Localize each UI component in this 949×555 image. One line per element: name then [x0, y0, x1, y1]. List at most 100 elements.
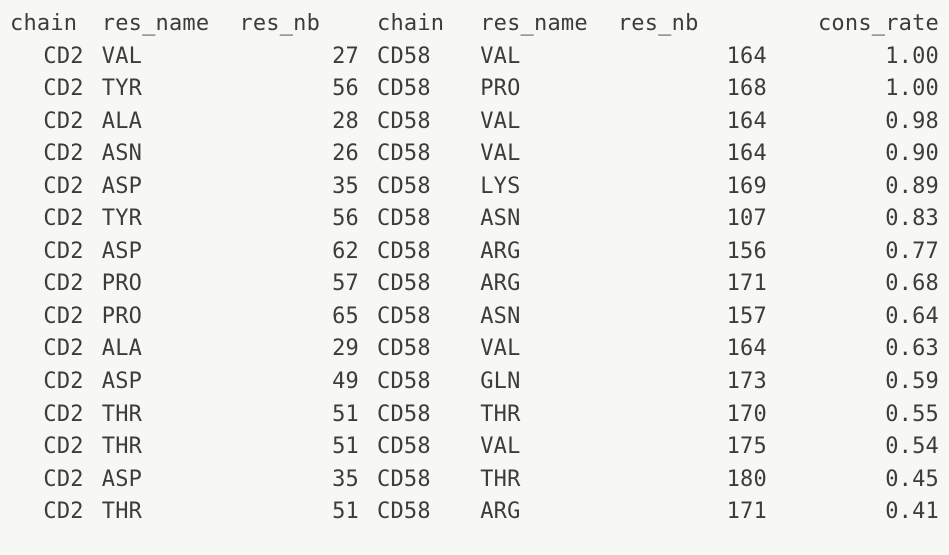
cell-res-name2: THR: [480, 464, 618, 497]
cell-res-nb1: 56: [239, 203, 377, 236]
cell-chain1: CD2: [10, 138, 102, 171]
cell-res-nb1: 49: [239, 366, 377, 399]
cell-chain2: CD58: [377, 399, 480, 432]
cell-chain2: CD58: [377, 138, 480, 171]
cell-res-nb2: 164: [618, 333, 767, 366]
cell-res-nb2: 164: [618, 138, 767, 171]
cell-chain1: CD2: [10, 431, 102, 464]
cell-res-name1: PRO: [102, 301, 240, 334]
cell-res-nb1: 62: [239, 236, 377, 269]
cell-res-nb2: 164: [618, 41, 767, 74]
cell-cons-rate: 1.00: [767, 41, 939, 74]
cell-chain1: CD2: [10, 106, 102, 139]
cell-res-nb2: 180: [618, 464, 767, 497]
cell-res-name1: ASN: [102, 138, 240, 171]
cell-cons-rate: 0.90: [767, 138, 939, 171]
cell-res-nb2: 157: [618, 301, 767, 334]
header-cons-rate: cons_rate: [767, 8, 939, 41]
cell-res-nb2: 171: [618, 496, 767, 529]
table-row: CD2ASP35CD58LYS1690.89: [10, 171, 939, 204]
header-chain1: chain: [10, 8, 102, 41]
cell-chain1: CD2: [10, 41, 102, 74]
cell-res-nb1: 26: [239, 138, 377, 171]
cell-res-nb1: 28: [239, 106, 377, 139]
residue-contact-table: chain res_name res_nb chain res_name res…: [10, 8, 939, 529]
cell-res-name2: VAL: [480, 431, 618, 464]
cell-res-name2: ARG: [480, 496, 618, 529]
header-res-name2: res_name: [480, 8, 618, 41]
cell-res-name1: VAL: [102, 41, 240, 74]
cell-res-name2: PRO: [480, 73, 618, 106]
table-row: CD2ASP49CD58GLN1730.59: [10, 366, 939, 399]
cell-res-nb2: 107: [618, 203, 767, 236]
cell-res-nb2: 173: [618, 366, 767, 399]
cell-cons-rate: 0.45: [767, 464, 939, 497]
cell-cons-rate: 0.89: [767, 171, 939, 204]
cell-res-nb1: 35: [239, 171, 377, 204]
cell-res-name1: ASP: [102, 171, 240, 204]
cell-res-name1: ASP: [102, 366, 240, 399]
cell-cons-rate: 0.54: [767, 431, 939, 464]
cell-chain2: CD58: [377, 73, 480, 106]
cell-cons-rate: 0.68: [767, 268, 939, 301]
cell-chain2: CD58: [377, 41, 480, 74]
table-row: CD2TYR56CD58PRO1681.00: [10, 73, 939, 106]
cell-res-name2: GLN: [480, 366, 618, 399]
cell-chain1: CD2: [10, 333, 102, 366]
cell-chain2: CD58: [377, 203, 480, 236]
table-row: CD2ASN26CD58VAL1640.90: [10, 138, 939, 171]
cell-res-name1: TYR: [102, 203, 240, 236]
cell-res-name1: THR: [102, 399, 240, 432]
cell-cons-rate: 0.59: [767, 366, 939, 399]
cell-cons-rate: 0.83: [767, 203, 939, 236]
cell-chain2: CD58: [377, 268, 480, 301]
cell-res-name1: ASP: [102, 464, 240, 497]
cell-res-nb2: 175: [618, 431, 767, 464]
cell-res-name1: ALA: [102, 333, 240, 366]
cell-cons-rate: 0.64: [767, 301, 939, 334]
header-chain2: chain: [377, 8, 480, 41]
table-row: CD2PRO65CD58ASN1570.64: [10, 301, 939, 334]
cell-chain2: CD58: [377, 236, 480, 269]
table-row: CD2THR51CD58ARG1710.41: [10, 496, 939, 529]
table-row: CD2PRO57CD58ARG1710.68: [10, 268, 939, 301]
cell-res-nb2: 168: [618, 73, 767, 106]
cell-res-name2: VAL: [480, 106, 618, 139]
table-body: CD2VAL27CD58VAL1641.00CD2TYR56CD58PRO168…: [10, 41, 939, 529]
cell-res-nb1: 35: [239, 464, 377, 497]
cell-chain2: CD58: [377, 171, 480, 204]
cell-chain2: CD58: [377, 464, 480, 497]
cell-chain1: CD2: [10, 366, 102, 399]
cell-chain1: CD2: [10, 203, 102, 236]
cell-res-nb2: 171: [618, 268, 767, 301]
cell-res-name2: ARG: [480, 236, 618, 269]
cell-res-nb1: 29: [239, 333, 377, 366]
cell-res-name1: THR: [102, 431, 240, 464]
cell-res-nb2: 170: [618, 399, 767, 432]
cell-res-nb2: 164: [618, 106, 767, 139]
header-res-nb1: res_nb: [239, 8, 377, 41]
table-row: CD2VAL27CD58VAL1641.00: [10, 41, 939, 74]
cell-cons-rate: 0.63: [767, 333, 939, 366]
cell-cons-rate: 0.55: [767, 399, 939, 432]
cell-res-nb1: 51: [239, 399, 377, 432]
cell-res-name2: THR: [480, 399, 618, 432]
cell-res-name2: LYS: [480, 171, 618, 204]
cell-res-nb1: 27: [239, 41, 377, 74]
table-row: CD2TYR56CD58ASN1070.83: [10, 203, 939, 236]
cell-res-name2: ASN: [480, 203, 618, 236]
table-row: CD2THR51CD58VAL1750.54: [10, 431, 939, 464]
cell-res-nb1: 57: [239, 268, 377, 301]
table-row: CD2THR51CD58THR1700.55: [10, 399, 939, 432]
cell-chain1: CD2: [10, 464, 102, 497]
cell-chain2: CD58: [377, 333, 480, 366]
cell-res-nb2: 156: [618, 236, 767, 269]
header-res-nb2: res_nb: [618, 8, 767, 41]
cell-chain2: CD58: [377, 301, 480, 334]
cell-res-name2: ASN: [480, 301, 618, 334]
cell-chain1: CD2: [10, 73, 102, 106]
cell-res-name1: TYR: [102, 73, 240, 106]
cell-cons-rate: 1.00: [767, 73, 939, 106]
cell-chain2: CD58: [377, 366, 480, 399]
cell-res-nb1: 56: [239, 73, 377, 106]
